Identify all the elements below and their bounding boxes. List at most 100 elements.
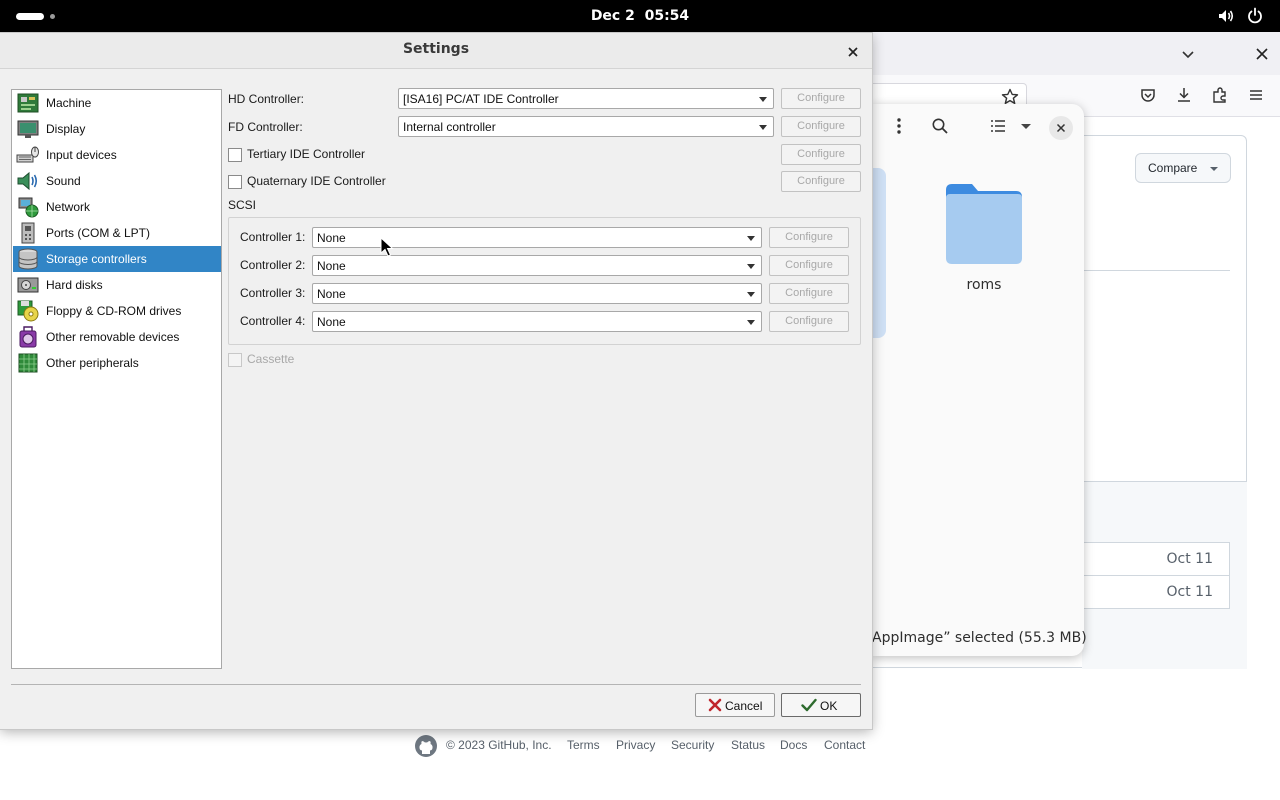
tertiary-ide-configure-button[interactable]: Configure (781, 144, 861, 165)
nav-label: Sound (46, 174, 81, 188)
dialog-close-button[interactable] (842, 41, 864, 63)
nav-item-input-devices[interactable]: Input devices (13, 142, 221, 168)
close-icon (848, 47, 858, 57)
dropdown-arrow-icon (747, 264, 755, 269)
dropdown-arrow-icon (759, 97, 767, 102)
nav-label: Network (46, 200, 91, 214)
scsi-controller-1-configure-button[interactable]: Configure (769, 227, 849, 248)
scsi-group-label: SCSI (228, 198, 257, 212)
nav-item-hard-disks[interactable]: Hard disks (13, 272, 221, 298)
scsi-controller-2-configure-button[interactable]: Configure (769, 255, 849, 276)
fd-controller-value: Internal controller (403, 120, 496, 134)
nav-item-display[interactable]: Display (13, 116, 221, 142)
cancel-x-icon (708, 698, 722, 712)
caret-down-icon (1210, 167, 1218, 171)
dialog-titlebar[interactable]: Settings (0, 33, 872, 69)
nav-label: Ports (COM & LPT) (46, 226, 151, 240)
cassette-checkbox[interactable] (228, 353, 242, 367)
footer-link-terms[interactable]: Terms (567, 738, 600, 752)
nav-label: Other removable devices (46, 330, 180, 344)
nav-label: Input devices (46, 148, 117, 162)
floppy-cdrom-icon (17, 300, 39, 322)
nav-item-machine[interactable]: Machine (13, 90, 221, 116)
storage-icon (18, 248, 38, 270)
dropdown-arrow-icon (759, 125, 767, 130)
scsi-controller-3-value: None (317, 287, 346, 301)
row-date: Oct 11 (1166, 584, 1213, 600)
nav-item-other-removable[interactable]: Other removable devices (13, 324, 221, 350)
cancel-label: Cancel (725, 699, 763, 713)
checkmark-icon (801, 698, 817, 712)
nav-item-network[interactable]: Network (13, 194, 221, 220)
hamburger-menu-icon[interactable] (1246, 85, 1266, 105)
compare-button[interactable]: Compare (1135, 153, 1231, 183)
view-options-dropdown-icon[interactable] (1016, 116, 1036, 136)
cancel-button[interactable]: Cancel (695, 693, 775, 717)
footer-link-docs[interactable]: Docs (780, 738, 807, 752)
scsi-controller-2-select[interactable]: None (312, 255, 762, 276)
scsi-controller-4-value: None (317, 315, 346, 329)
scsi-controller-2-value: None (317, 259, 346, 273)
nav-item-storage-controllers[interactable]: Storage controllers (13, 246, 221, 272)
cassette-label: Cassette (247, 352, 295, 366)
network-icon (18, 197, 39, 218)
scsi-controller-4-label: Controller 4: (240, 314, 306, 328)
github-logo-icon[interactable] (414, 734, 438, 758)
row-date: Oct 11 (1166, 551, 1213, 567)
browser-tab-bar (872, 32, 1280, 75)
nav-label: Floppy & CD-ROM drives (46, 304, 182, 318)
more-options-icon[interactable] (889, 116, 909, 136)
hd-controller-configure-button[interactable]: Configure (781, 88, 861, 109)
power-icon[interactable] (1245, 6, 1265, 26)
close-button[interactable] (1049, 116, 1073, 140)
clock-date: Dec 2 (590, 8, 635, 24)
clock[interactable]: Dec 2 05:54 (0, 0, 1280, 32)
mouse-pointer-icon (380, 237, 394, 257)
scsi-controller-3-label: Controller 3: (240, 286, 306, 300)
machine-icon (17, 93, 39, 113)
folder-icon[interactable] (944, 182, 1024, 266)
selection-status: AppImage” selected (55.3 MB) (872, 630, 1087, 646)
footer-link-privacy[interactable]: Privacy (616, 738, 655, 752)
volume-icon[interactable] (1216, 6, 1236, 26)
nav-item-other-peripherals[interactable]: Other peripherals (13, 350, 221, 376)
ok-button[interactable]: OK (781, 693, 861, 717)
footer-link-contact[interactable]: Contact (824, 738, 865, 752)
nav-label: Storage controllers (46, 252, 147, 266)
downloads-icon[interactable] (1174, 85, 1194, 105)
tertiary-ide-checkbox[interactable] (228, 148, 242, 162)
top-bar: Dec 2 05:54 (0, 0, 1280, 32)
extensions-icon[interactable] (1210, 85, 1230, 105)
footer-link-security[interactable]: Security (671, 738, 714, 752)
dialog-title: Settings (402, 41, 470, 57)
search-icon[interactable] (930, 116, 950, 136)
scsi-controller-2-label: Controller 2: (240, 258, 306, 272)
scsi-controller-3-configure-button[interactable]: Configure (769, 283, 849, 304)
scsi-controller-3-select[interactable]: None (312, 283, 762, 304)
hd-controller-select[interactable]: [ISA16] PC/AT IDE Controller (398, 88, 774, 109)
dropdown-arrow-icon (747, 292, 755, 297)
ok-label: OK (820, 699, 838, 713)
fd-controller-label: FD Controller: (228, 120, 303, 134)
footer-link-status[interactable]: Status (731, 738, 765, 752)
nav-label: Display (46, 122, 86, 136)
nav-item-floppy-cdrom[interactable]: Floppy & CD-ROM drives (13, 298, 221, 324)
quaternary-ide-checkbox[interactable] (228, 175, 242, 189)
nav-item-ports[interactable]: Ports (COM & LPT) (13, 220, 221, 246)
list-view-icon[interactable] (988, 116, 1008, 136)
scsi-controller-4-configure-button[interactable]: Configure (769, 311, 849, 332)
window-close-icon[interactable] (1252, 44, 1272, 64)
fd-controller-select[interactable]: Internal controller (398, 116, 774, 137)
tab-list-chevron-icon[interactable] (1178, 44, 1198, 64)
fd-controller-configure-button[interactable]: Configure (781, 116, 861, 137)
nav-item-sound[interactable]: Sound (13, 168, 221, 194)
quaternary-ide-configure-button[interactable]: Configure (781, 171, 861, 192)
pocket-icon[interactable] (1138, 85, 1158, 105)
display-icon (17, 120, 39, 138)
scsi-controller-4-select[interactable]: None (312, 311, 762, 332)
hard-disk-icon (17, 277, 39, 293)
hd-controller-label: HD Controller: (228, 92, 305, 106)
ports-icon (21, 222, 35, 244)
settings-dialog: Settings Machine Display Input devices S… (0, 33, 872, 729)
nav-label: Other peripherals (46, 356, 139, 370)
